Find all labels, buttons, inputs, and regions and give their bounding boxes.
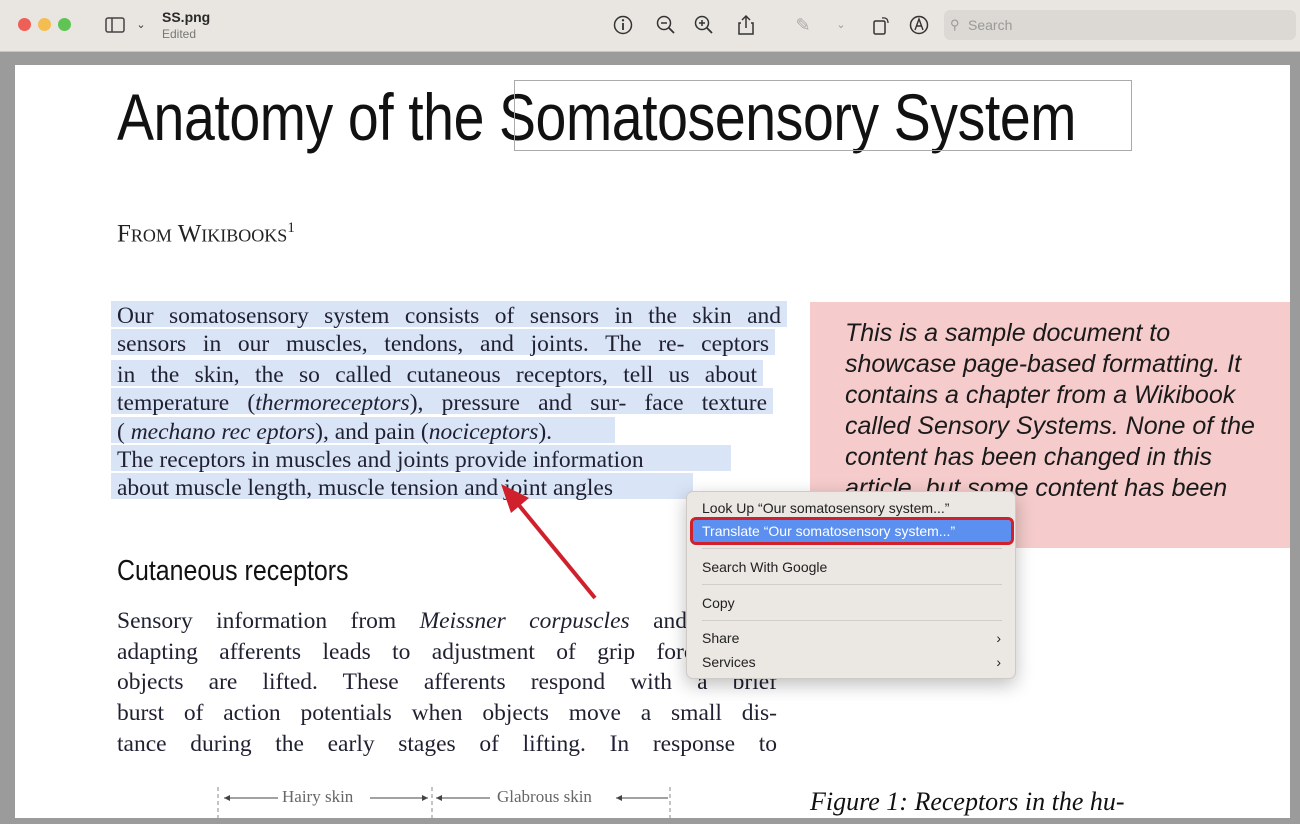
text-segment: The receptors in muscles and joints prov… — [117, 447, 644, 473]
title-part: Anatomy of the — [117, 80, 485, 154]
text-line: burst of action potentials when objects … — [117, 700, 777, 727]
text-segment: mechano rec eptors — [130, 419, 316, 445]
menu-item-services[interactable]: Services › — [693, 651, 1011, 673]
text-segment: ( — [117, 419, 131, 445]
text-line: Sensory information from Meissner corpus… — [117, 608, 777, 635]
search-placeholder: Search — [968, 17, 1013, 33]
text-segment: in the skin, the so called cutaneous rec… — [117, 362, 757, 388]
zoom-in-icon[interactable] — [693, 14, 715, 36]
text-segment: adapting afferents leads to adjustment o… — [117, 639, 777, 665]
menu-item-label: Services — [702, 654, 756, 670]
text-line: in the skin, the so called cutaneous rec… — [117, 362, 757, 389]
file-name: SS.png — [162, 9, 211, 25]
text-segment: thermoreceptors — [255, 390, 410, 416]
text-segment: temperature ( — [117, 390, 256, 416]
toolbar: ⌄ SS.png Edited ✎ ⌄ ⚲ Search — [0, 0, 1300, 52]
text-segment: ), and pain ( — [315, 419, 429, 445]
text-segment: sensors in our muscles, tendons, and joi… — [117, 331, 769, 357]
chevron-right-icon: › — [996, 654, 1001, 670]
text-line: The receptors in muscles and joints prov… — [117, 447, 725, 474]
text-segment: objects are lifted. These afferents resp… — [117, 669, 777, 695]
chevron-down-icon[interactable]: ⌄ — [130, 14, 152, 36]
section-heading: Cutaneous receptors — [117, 555, 349, 587]
sidebox-line: This is a sample document to — [845, 319, 1171, 347]
text-line: sensors in our muscles, tendons, and joi… — [117, 331, 769, 358]
text-line: temperature (thermoreceptors), pressure … — [117, 390, 767, 417]
footnote-marker: 1 — [287, 220, 295, 236]
zoom-out-icon[interactable] — [655, 14, 677, 36]
minimize-window-button[interactable] — [38, 18, 51, 31]
context-menu: Look Up “Our somatosensory system...” Tr… — [686, 491, 1016, 679]
info-icon[interactable] — [612, 14, 634, 36]
chevron-right-icon: › — [996, 630, 1001, 646]
maximize-window-button[interactable] — [58, 18, 71, 31]
close-window-button[interactable] — [18, 18, 31, 31]
rotate-icon[interactable] — [870, 14, 892, 36]
sidebar-icon[interactable] — [104, 14, 126, 36]
text-segment: Our somatosensory system consists of sen… — [117, 303, 781, 329]
file-status: Edited — [162, 27, 197, 41]
red-arrow-annotation — [501, 484, 597, 600]
menu-item-share[interactable]: Share › — [693, 627, 1011, 649]
search-input[interactable]: ⚲ Search — [944, 10, 1296, 40]
text-segment: Sensory information from — [117, 608, 420, 634]
text-segment: ). — [538, 419, 553, 445]
menu-separator — [702, 584, 1002, 585]
menu-item-search-google[interactable]: Search With Google — [693, 556, 1011, 578]
chevron-down-icon[interactable]: ⌄ — [830, 14, 852, 36]
share-icon[interactable] — [735, 14, 757, 36]
text-line: objects are lifted. These afferents resp… — [117, 669, 777, 696]
text-selection-box — [514, 80, 1132, 151]
search-icon: ⚲ — [950, 17, 960, 32]
text-line: Our somatosensory system consists of sen… — [117, 303, 781, 330]
sidebox-line: contains a chapter from a Wikibook — [845, 381, 1236, 409]
text-line: adapting afferents leads to adjustment o… — [117, 639, 777, 666]
menu-item-label: Share — [702, 630, 740, 646]
text-segment: tance during the early stages of lifting… — [117, 731, 777, 757]
sidebox-line: showcase page-based formatting. It — [845, 350, 1242, 378]
sidebox-line: content has been changed in this — [845, 443, 1212, 471]
byline: From Wikibooks1 — [117, 220, 295, 248]
menu-separator — [702, 548, 1002, 549]
markup-icon[interactable] — [908, 14, 930, 36]
menu-item-look-up[interactable]: Look Up “Our somatosensory system...” — [693, 497, 1011, 519]
menu-item-translate[interactable]: Translate “Our somatosensory system...” — [690, 517, 1014, 545]
text-segment: Meissner corpuscles — [419, 608, 630, 634]
byline-text: From Wikibooks — [117, 220, 288, 248]
figure-label-hairy: Hairy skin — [282, 787, 354, 806]
document-page: Anatomy of the Somatosensory System From… — [15, 65, 1290, 818]
text-line: tance during the early stages of lifting… — [117, 731, 777, 758]
menu-item-copy[interactable]: Copy — [693, 592, 1011, 614]
highlight-pen-icon[interactable]: ✎ — [792, 14, 814, 36]
figure-caption: Figure 1: Receptors in the hu- — [810, 787, 1125, 816]
figure-label-glabrous: Glabrous skin — [497, 787, 592, 806]
text-segment: burst of action potentials when objects … — [117, 700, 777, 726]
menu-separator — [702, 620, 1002, 621]
text-segment: ), pressure and sur- face texture — [409, 390, 767, 416]
text-line: ( mechano rec eptors), and pain (nocicep… — [117, 419, 609, 446]
text-segment: nociceptors — [428, 419, 539, 445]
sidebox-line: called Sensory Systems. None of the — [845, 412, 1255, 440]
